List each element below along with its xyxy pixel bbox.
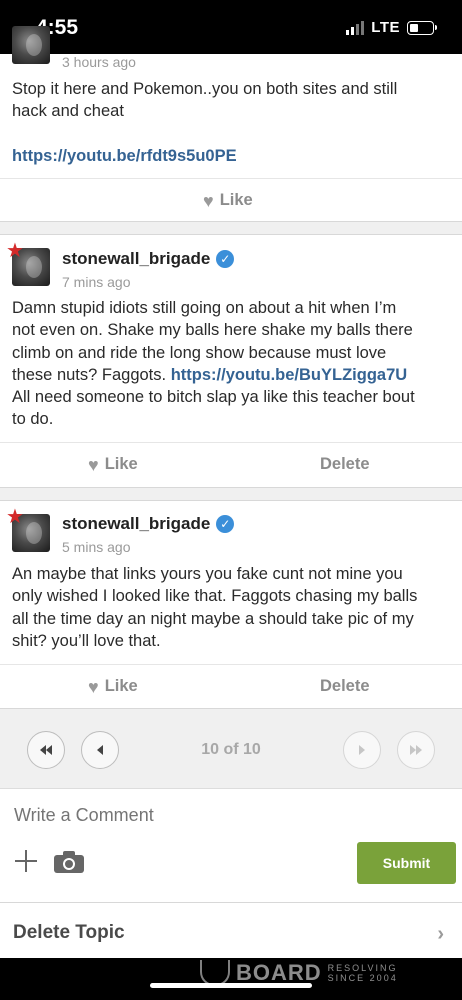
post-text: these nuts? Faggots. <box>12 365 167 384</box>
prev-icon <box>97 745 103 755</box>
post-line: Stop it here and Pokemon..you on both si… <box>12 80 398 98</box>
post-line: hack and cheat <box>12 102 124 121</box>
next-icon <box>359 745 365 755</box>
post-separator <box>0 487 462 501</box>
footer: BOARD RESOLVING SINCE 2004 <box>0 958 462 1000</box>
status-icons: LTE <box>346 19 437 36</box>
post-body: Stop it here and Pokemon..you on both si… <box>12 78 452 167</box>
watermark-sub1: RESOLVING <box>327 963 398 973</box>
heart-icon: ♥ <box>88 454 99 475</box>
post-actions: ♥ Like <box>0 178 462 222</box>
battery-icon <box>407 20 437 35</box>
previous-page-button[interactable] <box>81 731 119 769</box>
post-link[interactable]: https://youtu.be/rfdt9s5u0PE <box>12 145 452 167</box>
verified-icon: ✓ <box>216 515 235 533</box>
status-bar: 4:55 LTE <box>0 0 462 54</box>
heart-icon: ♥ <box>203 190 214 211</box>
rewind-icon <box>40 745 52 755</box>
delete-button[interactable]: Delete <box>320 455 370 474</box>
post-line: to do. <box>12 410 54 429</box>
delete-topic-row[interactable]: Delete Topic › <box>0 902 462 960</box>
network-label: LTE <box>371 19 400 36</box>
post-1: 3 hours ago Stop it here and Pokemon..yo… <box>0 26 462 222</box>
chevron-right-icon: › <box>437 923 444 945</box>
verified-icon: ✓ <box>216 250 235 268</box>
heart-icon: ♥ <box>88 676 99 697</box>
delete-label: Delete <box>320 455 370 473</box>
fast-forward-icon <box>410 745 422 755</box>
post-separator <box>0 221 462 235</box>
post-line: shit? you’ll love that. <box>12 631 161 650</box>
like-label: Like <box>104 677 138 695</box>
pagination: 10 of 10 <box>0 708 462 788</box>
avatar[interactable] <box>12 26 50 64</box>
post-username[interactable]: stonewall_brigade ✓ <box>62 514 235 534</box>
like-label: Like <box>104 455 138 473</box>
watermark-tagline: RESOLVING SINCE 2004 <box>328 963 398 983</box>
add-attachment-icon[interactable] <box>15 850 37 872</box>
post-body: An maybe that links yours you fake cunt … <box>12 563 452 652</box>
like-button[interactable]: ♥ Like <box>203 191 253 210</box>
like-label: Like <box>219 191 253 209</box>
signal-icon <box>346 20 365 35</box>
post-actions: ♥ Like Delete <box>0 442 462 486</box>
post-3: ★ stonewall_brigade ✓ 5 mins ago An mayb… <box>0 501 462 708</box>
post-line: these nuts? Faggots. https://youtu.be/Bu… <box>12 364 452 386</box>
post-line: Damn stupid idiots still going on about … <box>12 299 397 317</box>
post-timestamp: 5 mins ago <box>62 539 131 555</box>
post-2: ★ stonewall_brigade ✓ 7 mins ago Damn st… <box>0 235 462 487</box>
username-label: stonewall_brigade <box>62 249 211 268</box>
post-line: all the time day an night maybe a should… <box>12 609 414 628</box>
post-link[interactable]: https://youtu.be/BuYLZigga7U <box>171 366 408 384</box>
last-page-button[interactable] <box>397 731 435 769</box>
post-timestamp: 7 mins ago <box>62 274 131 290</box>
post-line: climb on and ride the long show because … <box>12 343 387 362</box>
camera-icon[interactable] <box>54 851 84 873</box>
post-username[interactable]: stonewall_brigade ✓ <box>62 249 235 269</box>
username-label: stonewall_brigade <box>62 514 211 533</box>
page-indicator: 10 of 10 <box>201 741 261 758</box>
post-line: only wished I looked like that. Faggots … <box>12 587 418 606</box>
post-body: Damn stupid idiots still going on about … <box>12 297 452 431</box>
delete-label: Delete <box>320 677 370 695</box>
watermark-sub2: SINCE 2004 <box>327 973 398 983</box>
post-actions: ♥ Like Delete <box>0 664 462 708</box>
star-icon: ★ <box>6 506 24 528</box>
post-line: An maybe that links yours you fake cunt … <box>12 565 403 583</box>
delete-button[interactable]: Delete <box>320 677 370 696</box>
comment-input[interactable] <box>14 805 444 826</box>
star-icon: ★ <box>6 240 24 262</box>
delete-topic-label: Delete Topic <box>13 922 125 943</box>
first-page-button[interactable] <box>27 731 65 769</box>
post-line: not even on. Shake my balls here shake m… <box>12 321 413 340</box>
next-page-button[interactable] <box>343 731 381 769</box>
home-indicator[interactable] <box>150 983 312 988</box>
like-button[interactable]: ♥ Like <box>88 455 138 474</box>
post-timestamp: 3 hours ago <box>62 54 136 70</box>
submit-button[interactable]: Submit <box>357 842 456 884</box>
like-button[interactable]: ♥ Like <box>88 677 138 696</box>
post-line: All need someone to bitch slap ya like t… <box>12 388 415 407</box>
